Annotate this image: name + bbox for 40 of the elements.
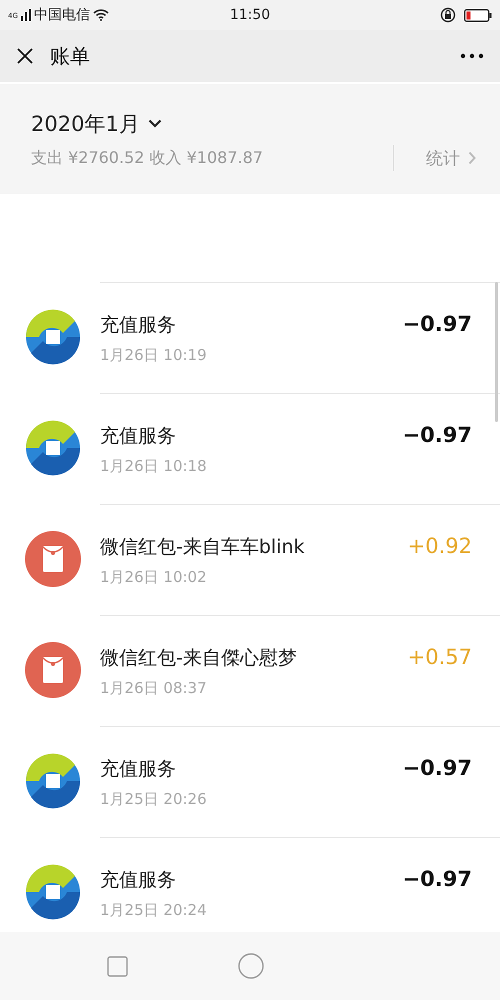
transaction-title: 微信红包-来自车车blink [100, 535, 306, 560]
page-title: 账单 [50, 42, 91, 70]
chevron-right-icon [468, 151, 476, 165]
envelope-icon [25, 531, 81, 587]
transaction-amount: +0.57 [408, 645, 472, 671]
home-icon[interactable] [238, 953, 264, 979]
signal-icon [20, 9, 31, 21]
wifi-icon [92, 9, 109, 21]
month-picker[interactable]: 2020年1月 [31, 110, 162, 138]
transaction-time: 1月25日 20:24 [100, 901, 208, 920]
transaction-time: 1月25日 20:26 [100, 790, 208, 809]
app-logo-icon [25, 753, 81, 809]
close-icon[interactable] [16, 47, 34, 65]
battery-icon [464, 8, 492, 22]
transaction-time: 1月26日 08:37 [100, 679, 208, 698]
transaction-time: 1月26日 10:02 [100, 568, 208, 587]
more-icon[interactable] [460, 53, 484, 59]
app-logo-icon [25, 864, 81, 920]
rotation-lock-icon [440, 7, 456, 23]
transaction-title: 充值服务 [100, 868, 177, 893]
transaction-title: 微信红包-来自傑心慰梦 [100, 646, 298, 671]
transaction-title: 充值服务 [100, 424, 177, 449]
app-logo-icon [25, 420, 81, 476]
transaction-amount: −0.97 [402, 867, 472, 893]
totals-text: 支出 ¥2760.52 收入 ¥1087.87 [31, 148, 264, 168]
recent-apps-icon[interactable] [107, 956, 128, 976]
transaction-time: 1月26日 10:19 [100, 346, 208, 365]
transaction-title: 充值服务 [100, 313, 177, 338]
chevron-down-icon [148, 119, 162, 128]
transaction-amount: −0.97 [402, 312, 472, 338]
transaction-amount: −0.97 [402, 756, 472, 782]
scrollbar[interactable] [495, 282, 498, 422]
carrier-label: 中国电信 [34, 6, 90, 24]
transaction-title: 充值服务 [100, 757, 177, 782]
envelope-icon [25, 642, 81, 698]
app-logo-icon [25, 309, 81, 365]
transaction-amount: −0.97 [402, 423, 472, 449]
transaction-time: 1月26日 10:18 [100, 457, 208, 476]
clock-label: 11:50 [230, 7, 270, 23]
transaction-amount: +0.92 [408, 534, 472, 560]
